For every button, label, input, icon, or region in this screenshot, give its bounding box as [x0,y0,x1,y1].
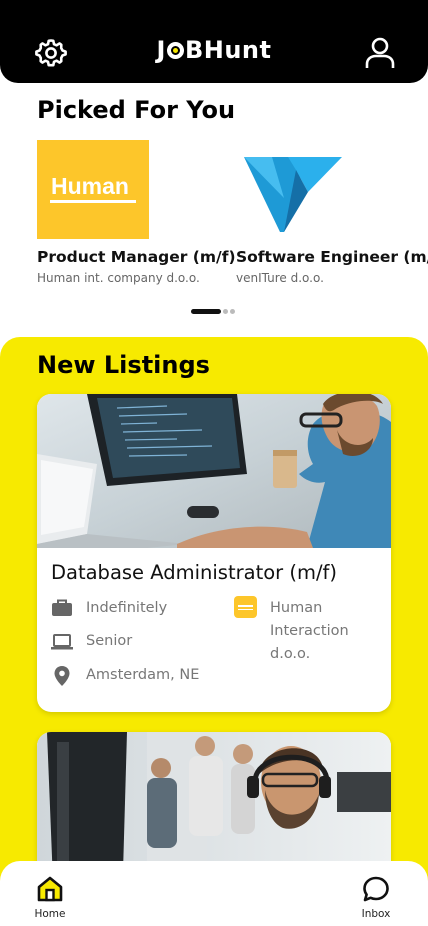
job-location: Amsterdam, NE [86,667,200,683]
company-logo-text: Human [51,173,129,199]
page-dot-active[interactable] [191,309,221,314]
company-name: Human int. company d.o.o. [37,271,200,285]
company-logo-small [234,596,257,618]
location-pin-icon [54,666,70,686]
picked-job-card[interactable]: Software Engineer (m/f) venITure d.o.o. [236,140,428,285]
contract-type: Indefinitely [86,600,168,616]
nav-home-label: Home [34,908,66,920]
bottom-navigation: Home Inbox [0,861,428,926]
logo-o-mark [166,42,184,59]
nav-home[interactable]: Home [20,875,80,920]
job-listing-card[interactable]: Database Administrator (m/f) Indefinitel… [37,394,391,712]
nav-inbox-label: Inbox [361,908,391,920]
nav-inbox[interactable]: Inbox [346,875,406,920]
laptop-icon [51,634,73,650]
company-name: Human Interaction d.o.o. [270,600,349,662]
picked-job-card[interactable]: Human Product Manager (m/f) Human int. c… [37,140,237,285]
seniority-level: Senior [86,633,133,649]
chat-bubble-icon [363,876,389,902]
briefcase-icon [52,599,72,616]
page-dot[interactable] [230,309,235,314]
job-photo [37,394,391,548]
job-title: Database Administrator (m/f) [51,561,338,584]
new-listings-section: New Listings Database Administrator (m/f… [0,337,428,926]
job-title: Product Manager (m/f) [37,248,236,266]
home-icon [37,876,63,902]
app-header: J BHunt [0,0,428,83]
section-title-picked: Picked For You [37,96,236,124]
company-logo [236,140,348,239]
page-dot[interactable] [223,309,228,314]
section-title-new-listings: New Listings [37,351,210,379]
company-name: venITure d.o.o. [236,271,324,285]
company-logo: Human [37,140,149,239]
job-title: Software Engineer (m/f) [236,248,428,266]
user-icon[interactable] [364,36,396,70]
